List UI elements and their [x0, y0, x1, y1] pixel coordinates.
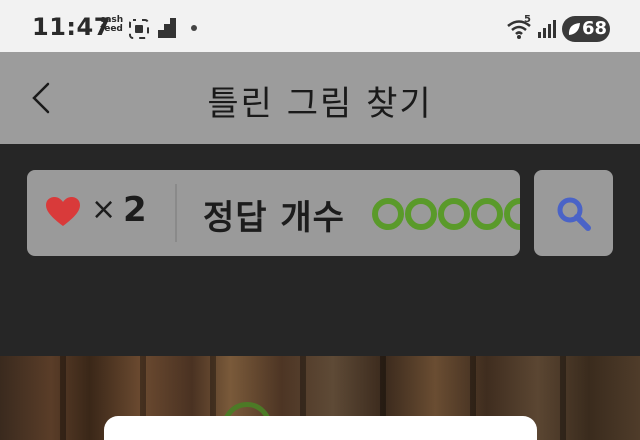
wifi-generation-badge: 5	[524, 14, 531, 25]
battery-indicator: 68	[562, 16, 610, 42]
game-status-panel: × 2 정답 개수	[27, 170, 520, 256]
divider	[175, 184, 177, 242]
answer-circle-icon	[504, 198, 520, 230]
magnifier-icon	[557, 197, 591, 231]
signal-steps-icon	[158, 18, 176, 38]
hint-search-button[interactable]	[534, 170, 613, 256]
cell-signal-icon	[538, 20, 556, 38]
answer-count-label: 정답 개수	[203, 198, 345, 238]
status-bar: 11:47 cash feed 5 68	[0, 0, 640, 52]
screenshot-icon	[129, 19, 149, 39]
app-header: 틀린 그림 찾기	[0, 52, 640, 144]
answer-circle-icon	[372, 198, 404, 230]
answer-circle-icon	[438, 198, 470, 230]
notification-dot-icon	[191, 25, 197, 31]
bottom-card	[104, 416, 537, 440]
heart-icon	[46, 197, 80, 226]
answer-circle-icon	[471, 198, 503, 230]
page-title: 틀린 그림 찾기	[207, 84, 433, 124]
answer-progress	[372, 196, 520, 232]
lives-multiplier: ×	[91, 192, 117, 227]
battery-level: 68	[582, 18, 608, 39]
answer-circle-icon	[405, 198, 437, 230]
leaf-icon	[568, 23, 580, 35]
cashfeed-app-icon: cash feed	[100, 15, 124, 34]
lives-count: 2	[123, 190, 147, 230]
